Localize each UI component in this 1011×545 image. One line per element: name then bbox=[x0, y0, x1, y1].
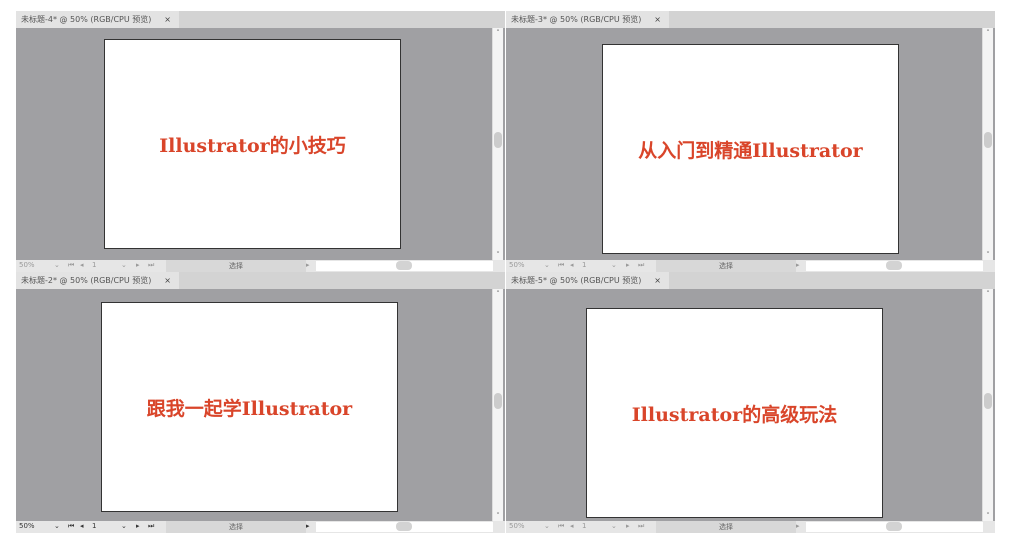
horizontal-scrollbar[interactable] bbox=[806, 522, 983, 532]
artboard[interactable]: 跟我一起学Illustrator bbox=[101, 302, 398, 512]
document-tab[interactable]: 未标题-5* @ 50% (RGB/CPU 预览) × bbox=[506, 272, 669, 289]
artboard-text[interactable]: Illustrator的小技巧 bbox=[159, 131, 345, 158]
scroll-down-icon[interactable]: ˅ bbox=[983, 251, 993, 259]
artboard[interactable]: Illustrator的小技巧 bbox=[104, 39, 401, 249]
document-tab[interactable]: 未标题-3* @ 50% (RGB/CPU 预览) × bbox=[506, 11, 669, 28]
tab-title: 未标题-2* @ 50% (RGB/CPU 预览) bbox=[21, 276, 152, 285]
tab-title: 未标题-3* @ 50% (RGB/CPU 预览) bbox=[511, 15, 642, 24]
vertical-scrollbar[interactable]: ˄ ˅ bbox=[492, 28, 503, 260]
status-bar: 50% ⌄ ⏮ ◂ 1 ⌄ ▸ ⏭ 选择 ▸ bbox=[506, 260, 995, 272]
prev-page-icon[interactable]: ◂ bbox=[570, 522, 574, 530]
document-window: 未标题-3* @ 50% (RGB/CPU 预览) × 从入门到精通Illustr… bbox=[506, 11, 995, 272]
scroll-up-icon[interactable]: ˄ bbox=[493, 29, 503, 37]
tab-title: 未标题-4* @ 50% (RGB/CPU 预览) bbox=[21, 15, 152, 24]
vertical-scrollbar[interactable]: ˄ ˅ bbox=[492, 289, 503, 521]
last-page-icon[interactable]: ⏭ bbox=[638, 261, 644, 270]
play-icon[interactable]: ▸ bbox=[796, 522, 800, 530]
next-page-icon[interactable]: ▸ bbox=[626, 261, 630, 269]
tool-mode: 选择 bbox=[656, 521, 796, 533]
page-input[interactable]: 1 bbox=[582, 522, 586, 530]
chevron-down-icon[interactable]: ⌄ bbox=[121, 261, 127, 269]
tab-bar: 未标题-2* @ 50% (RGB/CPU 预览) × bbox=[16, 272, 505, 289]
prev-page-icon[interactable]: ◂ bbox=[570, 261, 574, 269]
scroll-thumb[interactable] bbox=[494, 132, 502, 149]
tab-bar: 未标题-5* @ 50% (RGB/CPU 预览) × bbox=[506, 272, 995, 289]
next-page-icon[interactable]: ▸ bbox=[136, 261, 140, 269]
vertical-scrollbar[interactable]: ˄ ˅ bbox=[982, 28, 993, 260]
document-window: 未标题-4* @ 50% (RGB/CPU 预览) × Illustrator的小… bbox=[16, 11, 505, 272]
scroll-thumb[interactable] bbox=[984, 132, 992, 149]
status-bar: 50% ⌄ ⏮ ◂ 1 ⌄ ▸ ⏭ 选择 ▸ bbox=[16, 521, 505, 533]
zoom-select[interactable]: 50% bbox=[509, 522, 525, 530]
horizontal-scrollbar[interactable] bbox=[316, 522, 493, 532]
artboard[interactable]: Illustrator的高级玩法 bbox=[586, 308, 883, 518]
horizontal-scrollbar[interactable] bbox=[316, 261, 493, 271]
first-page-icon[interactable]: ⏮ bbox=[558, 522, 564, 531]
document-tab[interactable]: 未标题-2* @ 50% (RGB/CPU 预览) × bbox=[16, 272, 179, 289]
zoom-select[interactable]: 50% bbox=[19, 522, 35, 530]
next-page-icon[interactable]: ▸ bbox=[626, 522, 630, 530]
prev-page-icon[interactable]: ◂ bbox=[80, 522, 84, 530]
tool-mode: 选择 bbox=[166, 260, 306, 272]
artboard[interactable]: 从入门到精通Illustrator bbox=[602, 44, 899, 254]
scroll-down-icon[interactable]: ˅ bbox=[493, 512, 503, 520]
artboard-text[interactable]: 从入门到精通Illustrator bbox=[638, 136, 862, 163]
horizontal-scrollbar[interactable] bbox=[806, 261, 983, 271]
first-page-icon[interactable]: ⏮ bbox=[68, 522, 74, 531]
page-input[interactable]: 1 bbox=[92, 522, 96, 530]
scroll-thumb[interactable] bbox=[984, 393, 992, 410]
prev-page-icon[interactable]: ◂ bbox=[80, 261, 84, 269]
close-icon[interactable]: × bbox=[164, 11, 171, 28]
first-page-icon[interactable]: ⏮ bbox=[68, 261, 74, 270]
last-page-icon[interactable]: ⏭ bbox=[148, 261, 154, 270]
scroll-thumb[interactable] bbox=[395, 522, 412, 531]
last-page-icon[interactable]: ⏭ bbox=[638, 522, 644, 531]
tab-bar: 未标题-4* @ 50% (RGB/CPU 预览) × bbox=[16, 11, 505, 28]
scroll-thumb[interactable] bbox=[395, 261, 412, 270]
scroll-up-icon[interactable]: ˄ bbox=[493, 290, 503, 298]
artboard-text[interactable]: Illustrator的高级玩法 bbox=[632, 400, 837, 427]
status-bar: 50% ⌄ ⏮ ◂ 1 ⌄ ▸ ⏭ 选择 ▸ bbox=[506, 521, 995, 533]
zoom-select[interactable]: 50% bbox=[509, 261, 525, 269]
scroll-thumb[interactable] bbox=[885, 522, 902, 531]
vertical-scrollbar[interactable]: ˄ ˅ bbox=[982, 289, 993, 521]
play-icon[interactable]: ▸ bbox=[796, 261, 800, 269]
chevron-down-icon[interactable]: ⌄ bbox=[611, 522, 617, 530]
scroll-up-icon[interactable]: ˄ bbox=[983, 29, 993, 37]
chevron-down-icon[interactable]: ⌄ bbox=[544, 261, 550, 269]
last-page-icon[interactable]: ⏭ bbox=[148, 522, 154, 531]
chevron-down-icon[interactable]: ⌄ bbox=[121, 522, 127, 530]
close-icon[interactable]: × bbox=[164, 272, 171, 289]
scroll-down-icon[interactable]: ˅ bbox=[493, 251, 503, 259]
close-icon[interactable]: × bbox=[654, 272, 661, 289]
page-input[interactable]: 1 bbox=[92, 261, 96, 269]
document-window: 未标题-2* @ 50% (RGB/CPU 预览) × 跟我一起学Illustra… bbox=[16, 272, 505, 533]
scroll-thumb[interactable] bbox=[885, 261, 902, 270]
play-icon[interactable]: ▸ bbox=[306, 261, 310, 269]
play-icon[interactable]: ▸ bbox=[306, 522, 310, 530]
close-icon[interactable]: × bbox=[654, 11, 661, 28]
chevron-down-icon[interactable]: ⌄ bbox=[544, 522, 550, 530]
scroll-down-icon[interactable]: ˅ bbox=[983, 512, 993, 520]
chevron-down-icon[interactable]: ⌄ bbox=[54, 261, 60, 269]
tool-mode: 选择 bbox=[656, 260, 796, 272]
tab-bar: 未标题-3* @ 50% (RGB/CPU 预览) × bbox=[506, 11, 995, 28]
chevron-down-icon[interactable]: ⌄ bbox=[611, 261, 617, 269]
scroll-thumb[interactable] bbox=[494, 393, 502, 410]
page-input[interactable]: 1 bbox=[582, 261, 586, 269]
next-page-icon[interactable]: ▸ bbox=[136, 522, 140, 530]
tab-title: 未标题-5* @ 50% (RGB/CPU 预览) bbox=[511, 276, 642, 285]
status-bar: 50% ⌄ ⏮ ◂ 1 ⌄ ▸ ⏭ 选择 ▸ bbox=[16, 260, 505, 272]
chevron-down-icon[interactable]: ⌄ bbox=[54, 522, 60, 530]
scroll-up-icon[interactable]: ˄ bbox=[983, 290, 993, 298]
tool-mode: 选择 bbox=[166, 521, 306, 533]
artboard-text[interactable]: 跟我一起学Illustrator bbox=[147, 394, 352, 421]
document-window: 未标题-5* @ 50% (RGB/CPU 预览) × Illustrator的高… bbox=[506, 272, 995, 533]
zoom-select[interactable]: 50% bbox=[19, 261, 35, 269]
document-tab[interactable]: 未标题-4* @ 50% (RGB/CPU 预览) × bbox=[16, 11, 179, 28]
first-page-icon[interactable]: ⏮ bbox=[558, 261, 564, 270]
